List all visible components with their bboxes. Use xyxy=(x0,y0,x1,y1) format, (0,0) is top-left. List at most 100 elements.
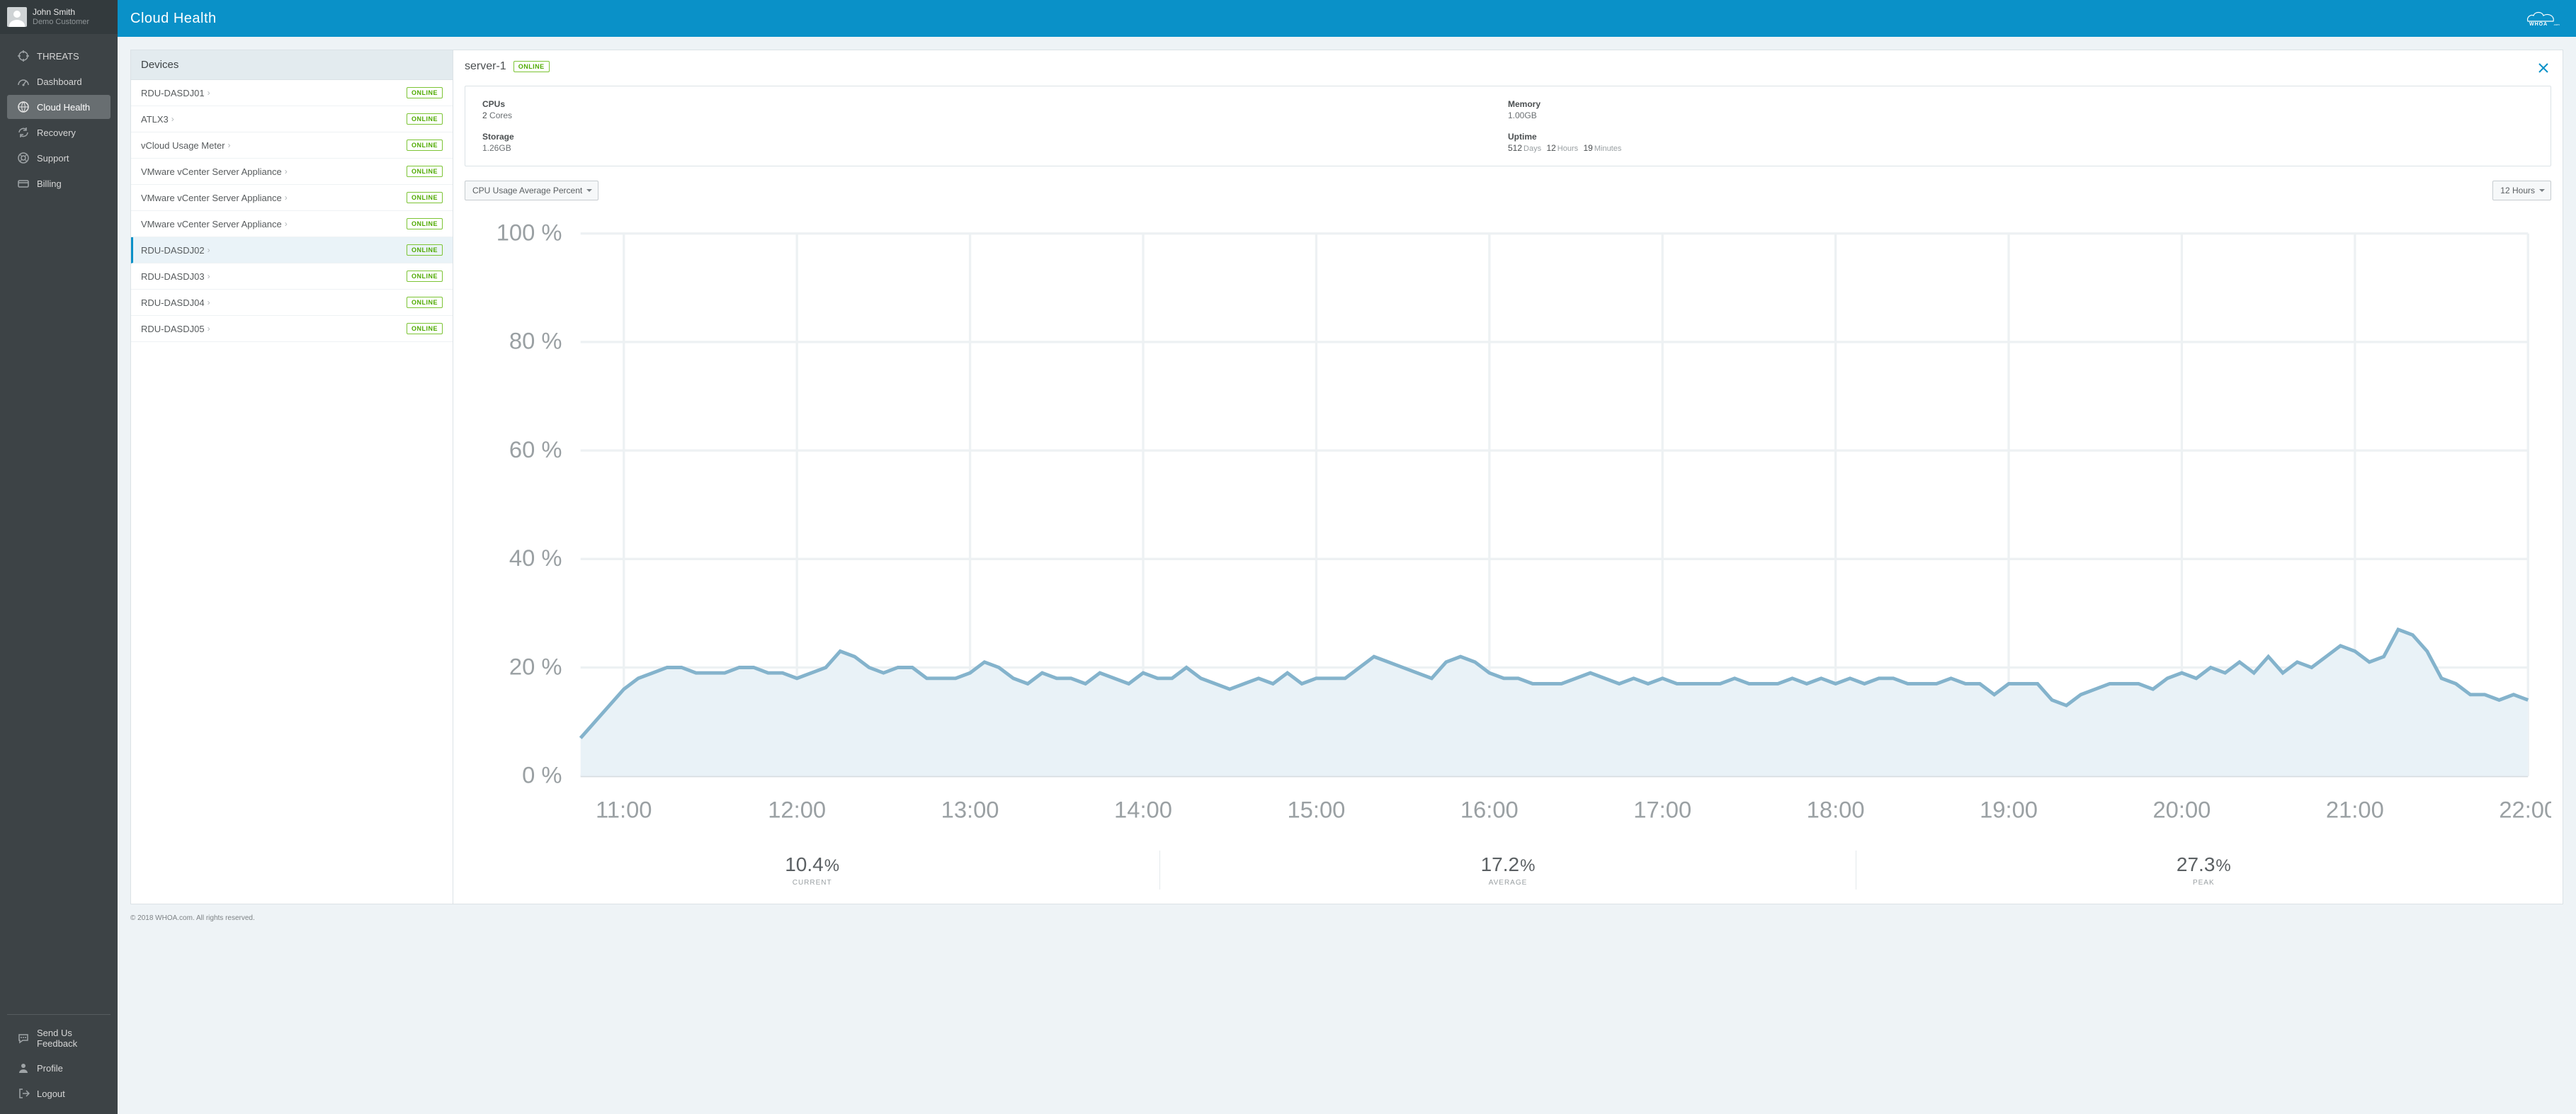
summary-row: 10.4% CURRENT 17.2% AVERAGE 27.3% PEAK xyxy=(465,851,2551,890)
svg-text:21:00: 21:00 xyxy=(2326,797,2384,823)
chevron-right-icon: › xyxy=(208,271,210,281)
detail-status-badge: ONLINE xyxy=(514,61,550,72)
device-name: vCloud Usage Meter › xyxy=(141,140,231,151)
copyright: © 2018 WHOA.com. All rights reserved. xyxy=(130,914,2563,922)
avatar xyxy=(7,7,27,27)
sidebar-item-recovery[interactable]: Recovery xyxy=(7,120,110,144)
svg-text:13:00: 13:00 xyxy=(941,797,999,823)
sidebar-footer: Send Us Feedback Profile Logout xyxy=(0,1007,118,1114)
svg-text:14:00: 14:00 xyxy=(1114,797,1172,823)
svg-text:60 %: 60 % xyxy=(509,436,562,462)
sidebar-item-label: Dashboard xyxy=(37,76,82,87)
device-name: RDU-DASDJ03 › xyxy=(141,271,210,282)
spec-storage: Storage 1.26GB xyxy=(482,132,1508,153)
spec-label: CPUs xyxy=(482,99,1508,109)
user-name: John Smith xyxy=(33,7,89,17)
card-icon xyxy=(17,177,30,190)
metric-select[interactable]: CPU Usage Average Percent xyxy=(465,181,598,200)
sidebar-nav: THREATS Dashboard Cloud Health Recovery Supp… xyxy=(0,34,118,197)
spec-label: Uptime xyxy=(1508,132,2534,142)
device-name: RDU-DASDJ02 › xyxy=(141,245,210,256)
svg-text:12:00: 12:00 xyxy=(768,797,826,823)
device-row[interactable]: RDU-DASDJ03 › ONLINE xyxy=(131,263,453,290)
devices-header: Devices xyxy=(131,50,453,80)
sidebar-item-label: Recovery xyxy=(37,127,76,138)
svg-text:16:00: 16:00 xyxy=(1460,797,1519,823)
svg-text:.com: .com xyxy=(2553,23,2560,26)
summary-average: 17.2% AVERAGE xyxy=(1159,851,1855,890)
spec-cpus: CPUs 2 Cores xyxy=(482,99,1508,120)
svg-text:11:00: 11:00 xyxy=(596,797,652,823)
sidebar-item-label: Send Us Feedback xyxy=(37,1028,101,1049)
sidebar-item-dashboard[interactable]: Dashboard xyxy=(7,69,110,93)
status-badge: ONLINE xyxy=(407,113,443,125)
summary-peak: 27.3% PEAK xyxy=(1856,851,2551,890)
chevron-right-icon: › xyxy=(285,166,288,176)
device-name: ATLX3 › xyxy=(141,114,174,125)
device-row[interactable]: RDU-DASDJ01 › ONLINE xyxy=(131,80,453,106)
device-name: VMware vCenter Server Appliance › xyxy=(141,193,288,203)
summary-current: 10.4% CURRENT xyxy=(465,851,1159,890)
svg-text:20:00: 20:00 xyxy=(2153,797,2211,823)
device-row[interactable]: VMware vCenter Server Appliance › ONLINE xyxy=(131,185,453,211)
device-name: VMware vCenter Server Appliance › xyxy=(141,166,288,177)
status-badge: ONLINE xyxy=(407,87,443,98)
sidebar-item-label: THREATS xyxy=(37,51,79,62)
page-title: Cloud Health xyxy=(130,11,217,27)
status-badge: ONLINE xyxy=(407,323,443,334)
device-row[interactable]: vCloud Usage Meter ›ONLINE xyxy=(131,132,453,159)
crosshair-icon xyxy=(17,50,30,62)
chevron-right-icon: › xyxy=(285,193,288,203)
chevron-right-icon: › xyxy=(285,219,288,229)
sidebar-item-profile[interactable]: Profile xyxy=(7,1056,110,1080)
status-badge: ONLINE xyxy=(407,166,443,177)
main: Cloud Health WHOA .com Devices RDU-DASDJ… xyxy=(118,0,2576,1114)
refresh-icon xyxy=(17,126,30,139)
lifebuoy-icon xyxy=(17,152,30,164)
device-row[interactable]: RDU-DASDJ02 ›ONLINE xyxy=(131,237,453,263)
spec-label: Memory xyxy=(1508,99,2534,109)
chevron-right-icon: › xyxy=(208,88,210,98)
sidebar-item-label: Logout xyxy=(37,1089,65,1099)
range-select[interactable]: 12 Hours xyxy=(2492,181,2551,200)
svg-text:18:00: 18:00 xyxy=(1807,797,1865,823)
chat-icon xyxy=(17,1032,30,1045)
status-badge: ONLINE xyxy=(407,271,443,282)
chevron-right-icon: › xyxy=(208,324,210,334)
close-button[interactable] xyxy=(2536,60,2551,76)
spec-label: Storage xyxy=(482,132,1508,142)
device-row[interactable]: RDU-DASDJ05 › ONLINE xyxy=(131,316,453,342)
device-row[interactable]: RDU-DASDJ04 › ONLINE xyxy=(131,290,453,316)
sidebar-user[interactable]: John Smith Demo Customer xyxy=(0,0,118,34)
spec-memory: Memory 1.00GB xyxy=(1508,99,2534,120)
status-badge: ONLINE xyxy=(407,218,443,229)
sidebar-item-feedback[interactable]: Send Us Feedback xyxy=(7,1022,110,1055)
user-icon xyxy=(17,1062,30,1074)
sidebar-item-support[interactable]: Support xyxy=(7,146,110,170)
sidebar-item-label: Profile xyxy=(37,1063,63,1074)
device-name: RDU-DASDJ01 › xyxy=(141,88,210,98)
chevron-right-icon: › xyxy=(208,297,210,307)
sidebar-item-threats[interactable]: THREATS xyxy=(7,44,110,68)
sidebar-item-label: Support xyxy=(37,153,69,164)
device-name: RDU-DASDJ04 › xyxy=(141,297,210,308)
sidebar-item-cloud-health[interactable]: Cloud Health xyxy=(7,95,110,119)
globe-icon xyxy=(17,101,30,113)
device-row[interactable]: ATLX3 › ONLINE xyxy=(131,106,453,132)
spec-uptime: Uptime 512Days 12Hours 19Minutes xyxy=(1508,132,2534,153)
device-name: RDU-DASDJ05 › xyxy=(141,324,210,334)
sidebar-item-billing[interactable]: Billing xyxy=(7,171,110,195)
content-grid: Devices RDU-DASDJ01 › ONLINE ATLX3 › ONLINE… xyxy=(130,50,2563,904)
brand-logo: WHOA .com xyxy=(2524,8,2563,28)
status-badge: ONLINE xyxy=(407,192,443,203)
sidebar: John Smith Demo Customer THREATS Dashboar… xyxy=(0,0,118,1114)
sidebar-item-label: Billing xyxy=(37,178,62,189)
device-row[interactable]: VMware vCenter Server Appliance ›ONLINE xyxy=(131,211,453,237)
user-org: Demo Customer xyxy=(33,18,89,27)
svg-text:22:00: 22:00 xyxy=(2499,797,2551,823)
status-badge: ONLINE xyxy=(407,297,443,308)
sidebar-item-logout[interactable]: Logout xyxy=(7,1081,110,1106)
chart: 0 %20 %40 %60 %80 %100 %11:0012:0013:001… xyxy=(465,210,2551,836)
svg-text:100 %: 100 % xyxy=(497,220,562,246)
device-row[interactable]: VMware vCenter Server Appliance › ONLINE xyxy=(131,159,453,185)
